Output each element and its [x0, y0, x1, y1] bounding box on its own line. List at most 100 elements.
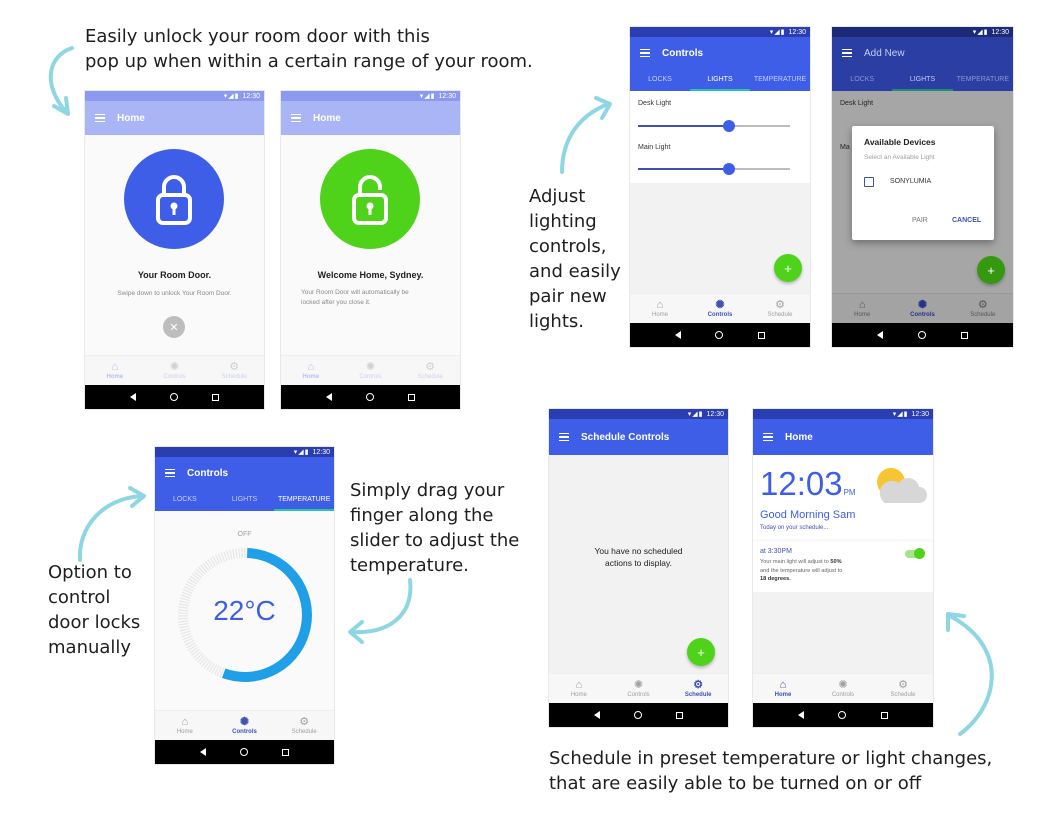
recents-icon[interactable] [676, 711, 683, 719]
menu-icon[interactable] [291, 113, 301, 123]
nav-schedule[interactable]: ⚙ Schedule [873, 674, 933, 703]
nav-home[interactable]: ⌂ Home [281, 356, 341, 385]
system-nav-bar [549, 703, 728, 727]
partly-cloudy-icon [877, 468, 927, 503]
recents-icon[interactable] [960, 331, 968, 339]
tab-temperature[interactable]: TEMPERATURE [274, 489, 334, 511]
nav-controls[interactable]: ✺ Controls [813, 674, 873, 703]
desk-light-label: Desk Light [840, 100, 874, 107]
recents-icon[interactable] [212, 393, 219, 401]
tab-temperature[interactable]: TEMPERATURE [750, 69, 810, 91]
recents-icon[interactable] [757, 331, 765, 339]
recents-icon[interactable] [408, 393, 415, 401]
add-schedule-button[interactable]: + [687, 638, 715, 666]
arrow-locks [77, 486, 146, 562]
event-time: at 3:30PM [760, 548, 792, 555]
nav-controls[interactable]: ✺ Controls [215, 711, 275, 740]
cancel-button[interactable]: CANCEL [952, 217, 981, 224]
event-toggle[interactable] [905, 548, 925, 559]
nav-home[interactable]: ⌂ Home [85, 356, 145, 385]
recents-icon[interactable] [282, 748, 289, 756]
back-icon[interactable] [798, 711, 805, 719]
nav-controls[interactable]: ✺ Controls [145, 356, 205, 385]
clock-display: 12:03 PM [760, 467, 856, 501]
home-icon: ⌂ [181, 716, 189, 728]
pair-button[interactable]: PAIR [912, 217, 928, 224]
tab-temperature[interactable]: TEMPERATURE [953, 69, 1013, 91]
nav-schedule[interactable]: ⚙ Schedule [750, 294, 810, 323]
app-bar: Schedule Controls [549, 419, 728, 455]
desk-light-label: Desk Light [638, 100, 672, 107]
nav-home[interactable]: ⌂ Home [832, 294, 892, 323]
signal-icon: ▾◢▮ [223, 93, 240, 100]
home-circle-icon[interactable] [170, 393, 178, 401]
back-icon[interactable] [326, 393, 332, 401]
home-circle-icon[interactable] [240, 748, 248, 756]
app-bar: Add New [832, 37, 1013, 69]
tab-lights[interactable]: LIGHTS [690, 69, 750, 91]
tab-lights[interactable]: LIGHTS [892, 69, 953, 91]
nav-schedule[interactable]: ⚙ Schedule [204, 356, 264, 385]
back-icon[interactable] [877, 331, 884, 339]
home-icon: ⌂ [575, 679, 583, 691]
menu-icon[interactable] [842, 48, 852, 58]
nav-schedule[interactable]: ⚙ Schedule [668, 674, 728, 703]
system-nav-bar [281, 385, 460, 409]
nav-home[interactable]: ⌂ Home [753, 674, 813, 703]
menu-icon[interactable] [559, 432, 569, 442]
home-circle-icon[interactable] [917, 331, 926, 339]
status-bar: ▾◢▮ 12:30 [85, 91, 264, 101]
tab-locks[interactable]: LOCKS [832, 69, 892, 91]
nav-schedule[interactable]: ⚙ Schedule [274, 711, 334, 740]
app-bar-title: Home [785, 431, 813, 443]
nav-home[interactable]: ⌂ Home [630, 294, 690, 323]
device-checkbox[interactable] [864, 177, 874, 187]
sun-gear-icon: ✺ [169, 361, 180, 373]
nav-home[interactable]: ⌂ Home [549, 674, 609, 703]
main-light-slider[interactable] [638, 163, 790, 175]
nav-home[interactable]: ⌂ Home [155, 711, 215, 740]
add-light-button[interactable]: + [774, 254, 802, 282]
back-icon[interactable] [200, 748, 206, 756]
app-bar: Controls [155, 457, 334, 489]
system-nav-bar [85, 385, 264, 409]
lock-button[interactable] [124, 149, 224, 249]
home-circle-icon[interactable] [366, 393, 374, 401]
nav-schedule[interactable]: ⚙ Schedule [953, 294, 1013, 323]
menu-icon[interactable] [95, 113, 105, 123]
home-circle-icon[interactable] [634, 711, 642, 719]
back-icon[interactable] [130, 393, 136, 401]
tab-locks[interactable]: LOCKS [630, 69, 690, 91]
home-circle-icon[interactable] [838, 711, 847, 719]
nav-schedule-label: Schedule [767, 312, 793, 318]
dismiss-button[interactable]: ✕ [163, 316, 185, 338]
home-icon: ⌂ [858, 299, 866, 311]
desk-light-slider[interactable] [638, 120, 790, 132]
status-time: 12:30 [312, 448, 330, 456]
menu-icon[interactable] [763, 432, 773, 442]
nav-home-label: Home [570, 692, 587, 698]
nav-controls[interactable]: ✺ Controls [609, 674, 669, 703]
signal-icon: ▾◢▮ [769, 29, 786, 36]
home-circle-icon[interactable] [715, 331, 724, 339]
arrow-schedule [946, 612, 994, 736]
back-icon[interactable] [675, 331, 682, 339]
sun-gear-icon: ✺ [633, 679, 644, 691]
recents-icon[interactable] [880, 711, 888, 719]
tab-locks[interactable]: LOCKS [155, 489, 215, 511]
tab-lights[interactable]: LIGHTS [215, 489, 275, 511]
unlocked-indicator[interactable] [320, 149, 420, 249]
add-light-button[interactable]: + [977, 256, 1005, 284]
menu-icon[interactable] [640, 48, 650, 58]
arrow-lighting [560, 96, 612, 174]
menu-icon[interactable] [165, 468, 175, 478]
back-icon[interactable] [594, 711, 600, 719]
app-bar-title: Add New [864, 47, 905, 59]
nav-controls[interactable]: ✺ Controls [690, 294, 750, 323]
status-bar: ▾◢▮ 12:30 [281, 91, 460, 101]
nav-controls[interactable]: ✺ Controls [892, 294, 952, 323]
nav-controls[interactable]: ✺ Controls [341, 356, 401, 385]
nav-schedule[interactable]: ⚙ Schedule [400, 356, 460, 385]
schedule-link[interactable]: Today on your schedule... [760, 525, 828, 531]
signal-icon: ▾◢▮ [687, 411, 704, 418]
